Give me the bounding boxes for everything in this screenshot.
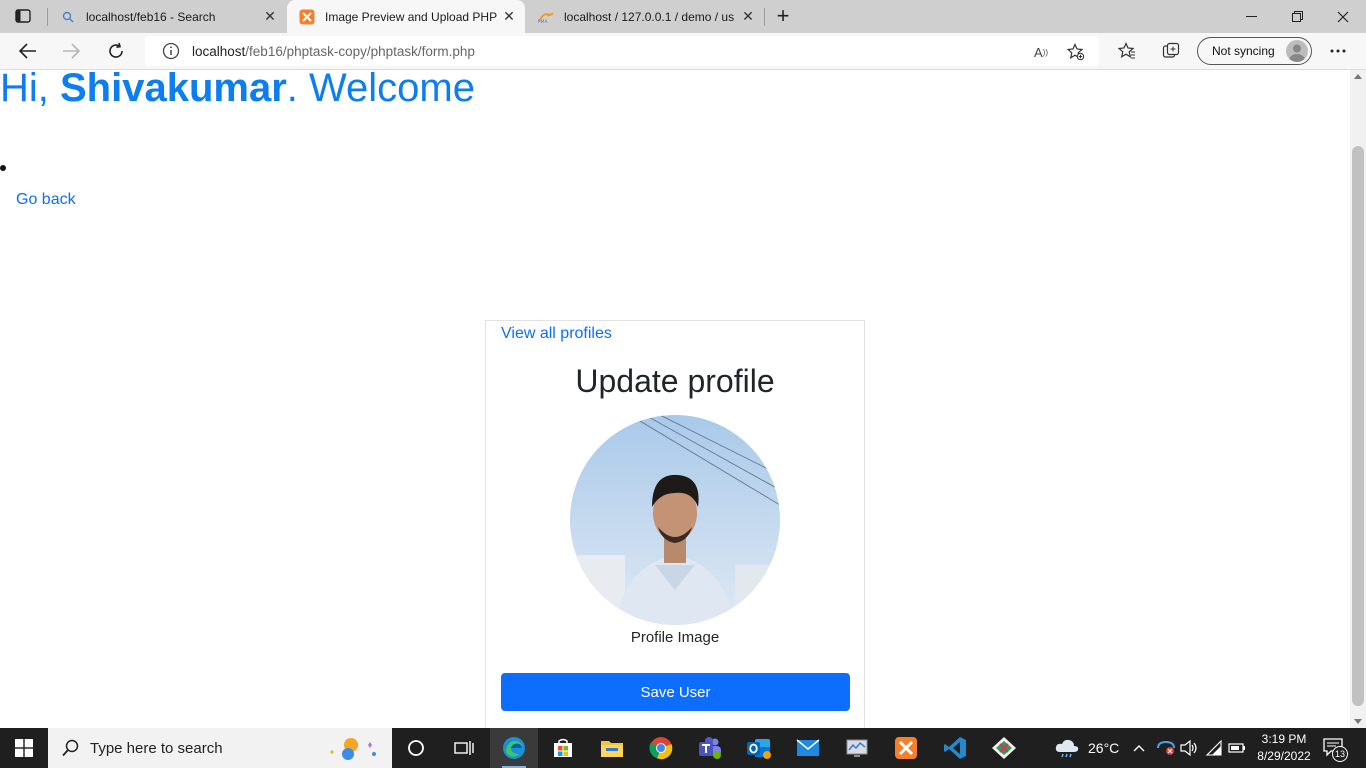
info-icon[interactable] [162, 42, 180, 60]
forward-arrow-icon[interactable] [56, 37, 86, 65]
clock-date: 8/29/2022 [1257, 749, 1311, 763]
notification-count-badge: 13 [1332, 746, 1348, 762]
search-highlight-icon [330, 738, 376, 760]
favorites-icon[interactable] [1112, 37, 1142, 65]
tab-strip: localhost/feb16 - Search ✕ Image Preview… [0, 0, 1366, 33]
edge-taskbar-icon[interactable] [490, 728, 538, 768]
back-arrow-icon[interactable] [13, 37, 43, 65]
refresh-icon[interactable] [101, 37, 131, 65]
update-profile-card: View all profiles Update profile Profile… [485, 320, 865, 728]
weather-temperature: 26°C [1088, 740, 1120, 756]
search-icon [62, 739, 79, 757]
taskbar-search-box[interactable]: Type here to search [48, 728, 392, 768]
task-view-cortana-icon[interactable] [392, 728, 440, 768]
microsoft-store-icon[interactable] [539, 728, 587, 768]
save-user-button[interactable]: Save User [501, 673, 850, 711]
more-menu-icon[interactable] [1323, 37, 1353, 65]
security-tray-icon[interactable] [1156, 728, 1176, 768]
close-icon[interactable]: ✕ [260, 7, 280, 27]
url-path: /feb16/phptask-copy/phptask/form.php [245, 43, 475, 59]
list-bullet [0, 165, 6, 171]
read-aloud-icon[interactable]: A)) [1031, 42, 1051, 62]
close-window-button[interactable] [1320, 0, 1366, 33]
resource-monitor-icon[interactable] [833, 728, 881, 768]
show-hidden-icons-button[interactable] [1133, 728, 1145, 768]
outlook-icon[interactable] [735, 728, 783, 768]
vscode-icon[interactable] [931, 728, 979, 768]
git-gui-icon[interactable] [980, 728, 1028, 768]
clock-time: 3:19 PM [1261, 732, 1307, 746]
greeting-suffix: . Welcome [286, 70, 475, 110]
notification-center-icon[interactable]: 13 [1322, 736, 1350, 762]
sync-label: Not syncing [1212, 44, 1275, 58]
scroll-up-arrow-icon[interactable] [1354, 74, 1362, 79]
greeting-prefix: Hi, [0, 70, 60, 110]
address-bar-row: localhost/feb16/phptask-copy/phptask/for… [0, 33, 1366, 70]
search-placeholder: Type here to search [90, 739, 223, 757]
url-text: localhost/feb16/phptask-copy/phptask/for… [192, 44, 475, 59]
volume-icon[interactable] [1180, 728, 1198, 768]
search-icon [60, 9, 76, 25]
add-favorite-icon[interactable] [1066, 42, 1086, 62]
scroll-down-arrow-icon[interactable] [1354, 719, 1362, 724]
wifi-icon[interactable] [1205, 728, 1223, 768]
mail-icon[interactable] [784, 728, 832, 768]
new-tab-button[interactable]: + [770, 4, 796, 28]
url-host: localhost [192, 43, 246, 59]
chrome-icon[interactable] [637, 728, 685, 768]
windows-start-icon[interactable] [0, 728, 48, 768]
xampp-icon[interactable] [882, 728, 930, 768]
minimize-button[interactable] [1228, 0, 1274, 33]
tab-title: localhost/feb16 - Search [86, 9, 216, 24]
view-all-profiles-link[interactable]: View all profiles [501, 325, 612, 343]
tab-search[interactable]: localhost/feb16 - Search ✕ [48, 0, 286, 33]
weather-widget[interactable]: 26°C [1054, 728, 1119, 768]
chevron-up-icon [1133, 745, 1145, 752]
profile-sync-button[interactable]: Not syncing [1197, 37, 1312, 65]
xampp-icon [299, 9, 315, 25]
tab-actions-icon[interactable] [8, 4, 38, 28]
scrollbar[interactable] [1350, 70, 1366, 728]
phpmyadmin-icon: PMA [538, 9, 554, 25]
svg-text:PMA: PMA [538, 19, 548, 24]
url-bar[interactable]: localhost/feb16/phptask-copy/phptask/for… [145, 36, 1099, 66]
close-icon[interactable]: ✕ [738, 7, 758, 27]
tab-separator [764, 8, 765, 26]
cloud-rain-icon [1055, 739, 1079, 758]
file-explorer-icon[interactable] [588, 728, 636, 768]
system-clock[interactable]: 3:19 PM 8/29/2022 [1252, 731, 1316, 765]
tab-title: Image Preview and Upload PHP [325, 9, 498, 24]
close-icon[interactable]: ✕ [499, 7, 519, 27]
tab-phpmyadmin[interactable]: PMA localhost / 127.0.0.1 / demo / us ✕ [526, 0, 764, 33]
collections-icon[interactable] [1156, 37, 1186, 65]
card-title: Update profile [575, 363, 775, 399]
user-name: Shivakumar [60, 70, 287, 110]
scrollbar-thumb[interactable] [1352, 146, 1364, 706]
go-back-link[interactable]: Go back [16, 191, 76, 209]
tab-title: localhost / 127.0.0.1 / demo / us [564, 9, 735, 24]
task-view-icon[interactable] [440, 728, 488, 768]
teams-icon[interactable] [686, 728, 734, 768]
profile-image[interactable] [570, 415, 780, 625]
battery-icon[interactable] [1228, 728, 1246, 768]
profile-image-label: Profile Image [630, 629, 720, 646]
restore-button[interactable] [1274, 0, 1320, 33]
taskbar: Type here to search 26°C 3:19 PM 8/29/20… [0, 728, 1366, 768]
page-content: Hi, Shivakumar. Welcome Go back View all… [0, 70, 1350, 728]
avatar [1286, 40, 1308, 62]
welcome-heading: Hi, Shivakumar. Welcome [0, 70, 475, 112]
tab-image-preview[interactable]: Image Preview and Upload PHP ✕ [287, 0, 525, 33]
